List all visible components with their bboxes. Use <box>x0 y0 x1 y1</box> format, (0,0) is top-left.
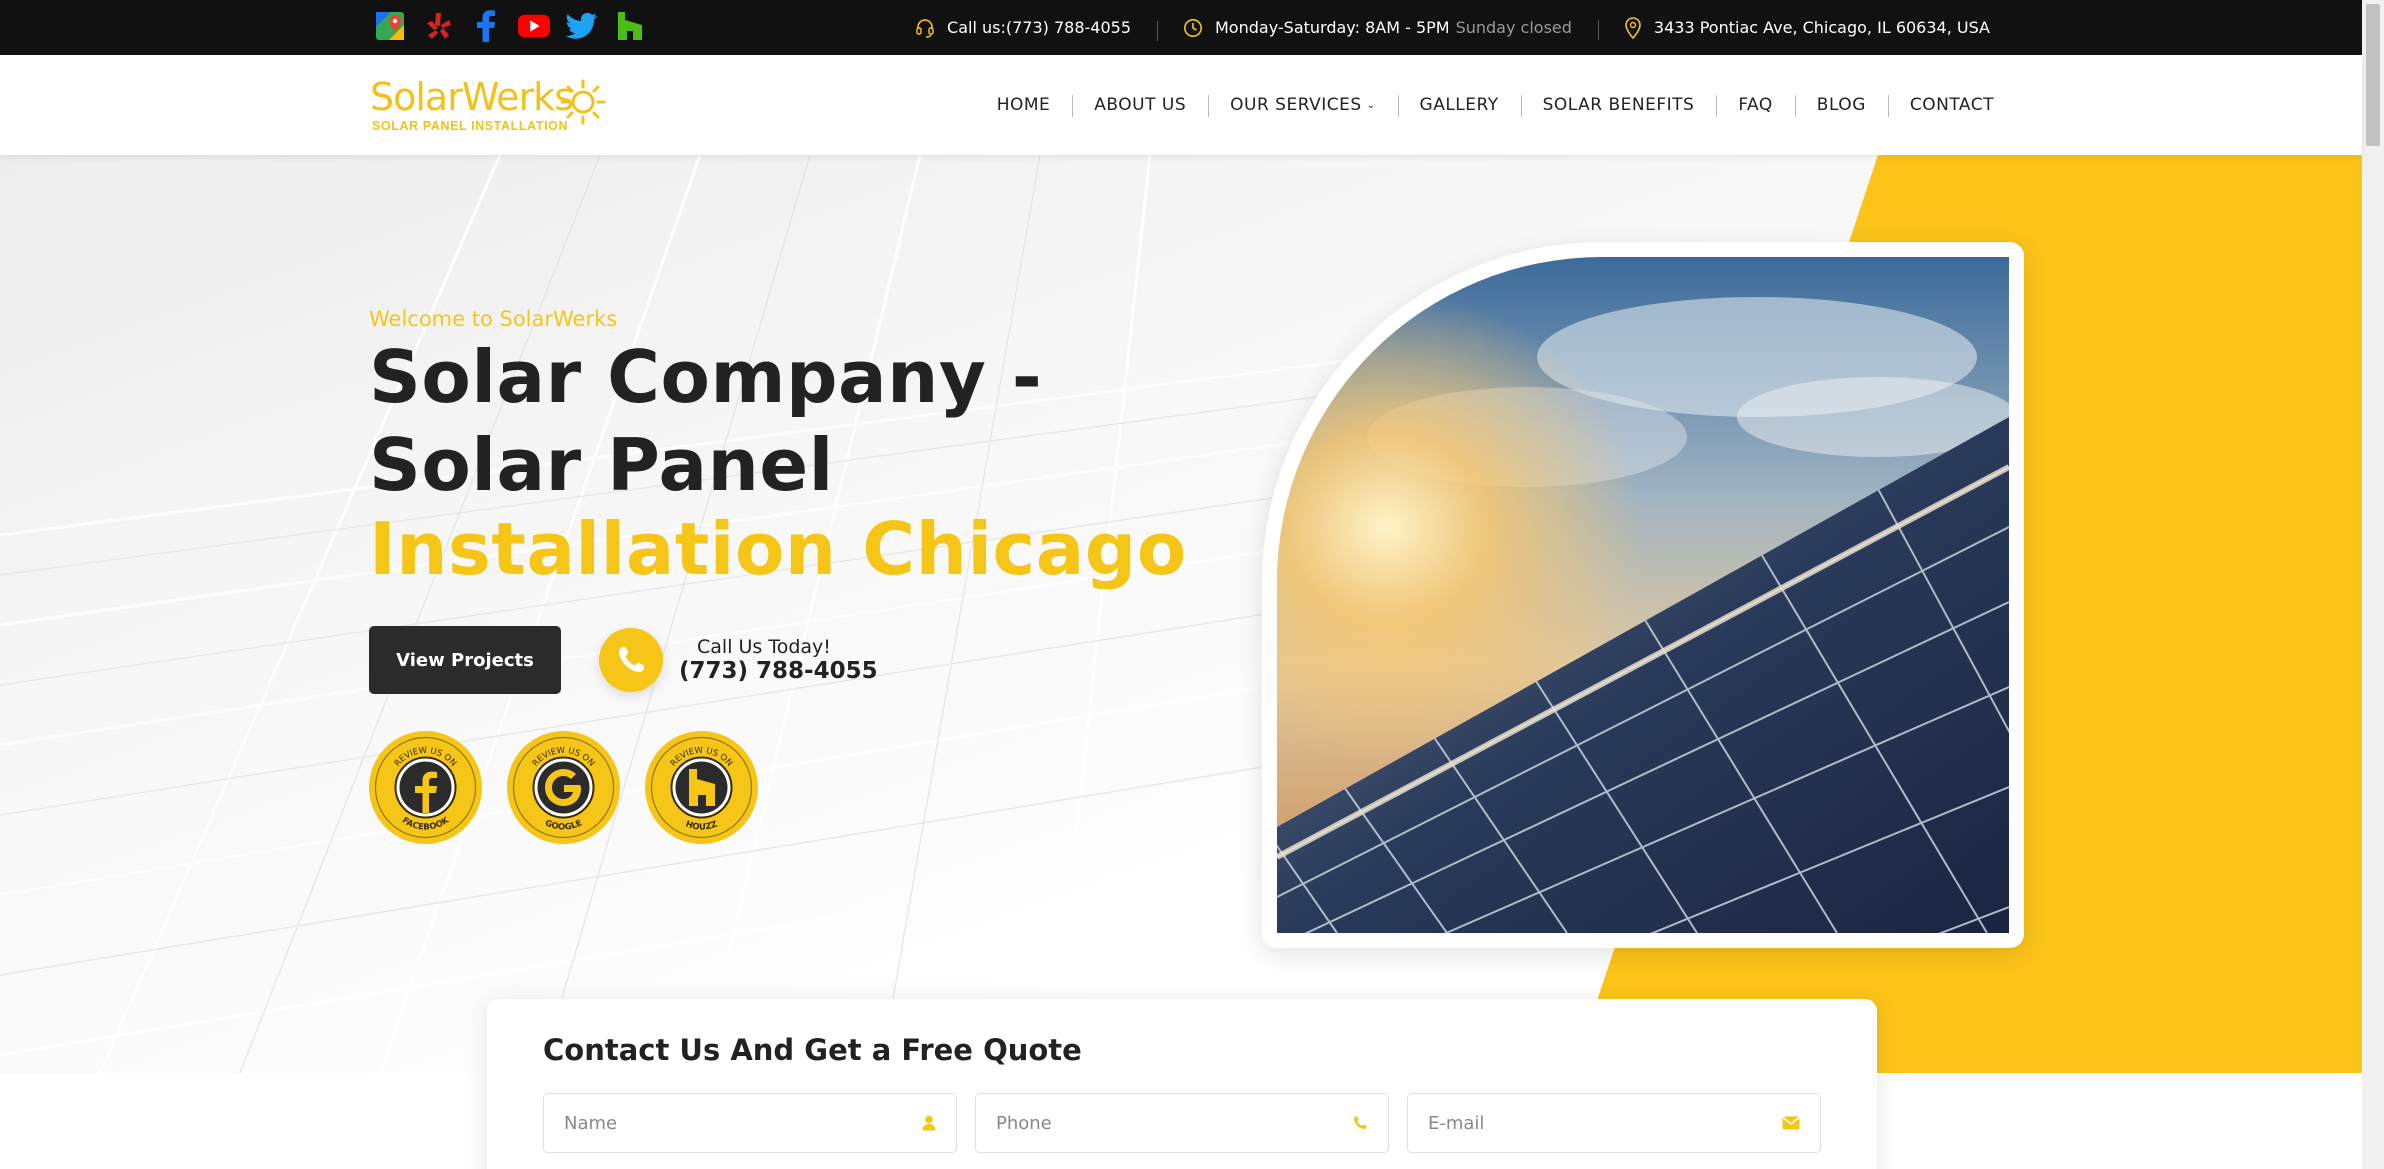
quote-form-title: Contact Us And Get a Free Quote <box>543 1033 1082 1067</box>
scrollbar-thumb[interactable] <box>2366 4 2380 146</box>
topbar-call[interactable]: Call us:(773) 788-4055 <box>889 18 1157 38</box>
contact-info: Call us:(773) 788-4055 Monday-Saturday: … <box>889 0 1990 55</box>
topbar-hours-text: Monday-Saturday: 8AM - 5PM <box>1215 18 1450 37</box>
nav-blog[interactable]: BLOG <box>1794 95 1888 117</box>
chevron-down-icon: ⌄ <box>1366 99 1376 111</box>
nav-our-services[interactable]: OUR SERVICES ⌄ <box>1208 95 1397 117</box>
nav-gallery[interactable]: GALLERY <box>1397 95 1521 117</box>
name-field[interactable] <box>543 1093 957 1153</box>
site-header: SolarWerks SOLAR PANEL INSTALLATION HOME… <box>0 55 2362 155</box>
email-input[interactable] <box>1428 1112 1728 1134</box>
badge-google-bottom: GOOGLE <box>543 818 584 832</box>
hero-text: Welcome to SolarWerks Solar Company - So… <box>369 307 1187 591</box>
nav-solar-benefits[interactable]: SOLAR BENEFITS <box>1520 95 1717 117</box>
social-links <box>374 10 646 42</box>
review-houzz-badge[interactable]: REVIEW US ON HOUZZ <box>645 731 758 844</box>
phone-icon <box>619 647 644 672</box>
twitter-icon[interactable] <box>566 10 598 42</box>
topbar-hours-closed: Sunday closed <box>1455 18 1572 37</box>
hero-image-frame <box>1262 242 2024 948</box>
user-icon <box>922 1115 936 1131</box>
email-field[interactable] <box>1407 1093 1821 1153</box>
houzz-icon[interactable] <box>614 10 646 42</box>
svg-text:HOUZZ: HOUZZ <box>684 819 719 832</box>
review-google-badge[interactable]: REVIEW US ON GOOGLE <box>507 731 620 844</box>
name-input[interactable] <box>564 1112 864 1134</box>
logo-tagline: SOLAR PANEL INSTALLATION <box>372 119 569 133</box>
hero-title-line1: Solar Company - <box>369 335 1043 419</box>
phone-call-button[interactable] <box>599 628 663 692</box>
phone-icon <box>1354 1116 1367 1129</box>
call-us-label: Call Us Today! <box>697 636 831 658</box>
hero-section: Welcome to SolarWerks Solar Company - So… <box>0 155 2362 1073</box>
hero-cta-row: View Projects Call Us Today! (773) 788-4… <box>369 626 878 694</box>
yelp-icon[interactable] <box>422 10 454 42</box>
google-maps-icon[interactable] <box>374 10 406 42</box>
call-us-number[interactable]: (773) 788-4055 <box>679 658 878 684</box>
review-badges: REVIEW US ON FACEBOOK REVIEW US ON GOOGL… <box>369 731 758 844</box>
call-us-block: Call Us Today! (773) 788-4055 <box>679 636 878 684</box>
clock-icon <box>1184 18 1202 37</box>
quote-form-fields <box>543 1093 1821 1153</box>
topbar-address[interactable]: 3433 Pontiac Ave, Chicago, IL 60634, USA <box>1597 16 1990 40</box>
map-pin-icon <box>1625 16 1641 39</box>
logo-wordmark: SolarWerks <box>370 75 574 119</box>
review-facebook-badge[interactable]: REVIEW US ON FACEBOOK <box>369 731 482 844</box>
logo[interactable]: SolarWerks SOLAR PANEL INSTALLATION <box>370 75 610 135</box>
svg-text:GOOGLE: GOOGLE <box>543 818 584 832</box>
nav-our-services-label: OUR SERVICES <box>1230 95 1362 115</box>
nav-faq[interactable]: FAQ <box>1716 95 1794 117</box>
youtube-icon[interactable] <box>518 10 550 42</box>
quote-form-card: Contact Us And Get a Free Quote <box>487 999 1877 1169</box>
main-nav: HOME ABOUT US OUR SERVICES ⌄ GALLERY SOL… <box>975 55 1994 155</box>
topbar-address-text: 3433 Pontiac Ave, Chicago, IL 60634, USA <box>1653 18 1990 37</box>
envelope-icon <box>1782 1116 1800 1130</box>
headset-icon <box>916 18 934 38</box>
page-scrollbar[interactable] <box>2362 0 2384 1169</box>
phone-input[interactable] <box>996 1112 1296 1134</box>
badge-houzz-bottom: HOUZZ <box>684 819 719 832</box>
phone-field[interactable] <box>975 1093 1389 1153</box>
nav-about-us[interactable]: ABOUT US <box>1072 95 1208 117</box>
welcome-text: Welcome to SolarWerks <box>369 307 618 331</box>
nav-home[interactable]: HOME <box>975 95 1073 115</box>
view-projects-button[interactable]: View Projects <box>369 626 561 694</box>
facebook-icon[interactable] <box>470 10 502 42</box>
topbar-hours: Monday-Saturday: 8AM - 5PM Sunday closed <box>1157 18 1598 41</box>
nav-contact[interactable]: CONTACT <box>1887 95 1994 117</box>
topbar-call-text: Call us:(773) 788-4055 <box>947 18 1131 37</box>
top-bar: Call us:(773) 788-4055 Monday-Saturday: … <box>0 0 2362 55</box>
solar-panels-image <box>1277 257 2009 933</box>
hero-title-line2: Solar Panel <box>369 423 834 507</box>
hero-title-line3: Installation Chicago <box>369 507 1187 591</box>
